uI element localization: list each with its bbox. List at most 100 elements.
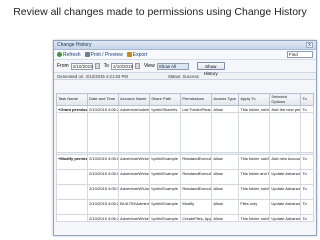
apply-cell: Files only — [238, 199, 271, 215]
from-date-input[interactable]: 2/10/2015 — [70, 62, 93, 70]
account-cell: AdventureW\User — [118, 184, 151, 200]
to-cell: To — [300, 154, 314, 170]
account-cell: AdventureW\rkele — [118, 154, 151, 170]
table-row[interactable]: +Modify permission 2/10/2015 4:05:03 Adv… — [55, 154, 314, 170]
share-cell: \\prhk\Share\Is — [149, 105, 182, 113]
options-cell: Update Advanced P — [269, 184, 302, 200]
toolbar: Refresh Print / Preview Export Find — [54, 50, 316, 60]
table-row[interactable]: 2/10/2015 4:06:29 AdventureW\rkele \\prh… — [55, 214, 314, 222]
show-history-button[interactable]: Show History — [196, 62, 225, 76]
from-calendar-icon[interactable] — [94, 63, 100, 69]
permissions-cell: CreateFiles, Appen — [180, 214, 213, 222]
table-row[interactable]: 2/10/2015 4:05:03 AdventureW\rkele \\prh… — [55, 169, 314, 185]
share-cell: \\prhk\Example — [149, 169, 182, 185]
options-cell: Update Advanced P — [269, 169, 302, 185]
slide-caption: Review all changes made to permissions u… — [13, 6, 307, 18]
date-cell: 2/10/2015 4:05:03 — [87, 169, 120, 185]
options-cell: Add new Accounts — [269, 154, 302, 170]
permissions-cell: List Folder/Read D — [180, 105, 213, 113]
table-header-row: Task Name Date and Time Account Name Sha… — [55, 93, 314, 106]
close-icon[interactable]: x — [306, 42, 313, 48]
find-input[interactable]: Find — [287, 51, 313, 58]
column-header[interactable]: Account Name — [118, 93, 151, 106]
column-header[interactable]: Share Path — [149, 93, 182, 106]
access-cell: Allow — [211, 184, 240, 200]
refresh-icon — [57, 52, 62, 57]
print-preview-button[interactable]: Print / Preview — [84, 51, 123, 58]
table-row[interactable]: +Grant permissions 2/10/2015 4:06:22 Adv… — [55, 105, 314, 113]
to-date-input[interactable]: 2/10/2015 — [110, 62, 133, 70]
export-icon — [126, 52, 132, 57]
date-cell: 2/10/2015 4:05:03 — [87, 154, 120, 170]
column-header[interactable]: To — [300, 93, 314, 106]
task-cell — [55, 169, 89, 185]
apply-cell: This folder, subfol — [238, 105, 271, 113]
from-label: From — [57, 63, 69, 69]
print-icon — [84, 52, 90, 57]
to-cell: To — [300, 169, 314, 185]
table-row[interactable]: 2/10/2015 4:06:29 BUILTIN\Administr \\pr… — [55, 199, 314, 215]
date-cell: 2/10/2015 4:06:29 — [87, 199, 120, 215]
account-cell: AdventureW\rkele — [118, 169, 151, 185]
task-cell — [55, 199, 89, 215]
permissions-cell: ReadandExecute — [180, 154, 213, 170]
task-cell — [55, 214, 89, 222]
access-cell: Allow — [211, 154, 240, 170]
date-cell: 2/10/2015 4:05:13 — [87, 184, 120, 200]
column-header[interactable]: Selected Options — [269, 93, 302, 106]
access-cell: Allow — [211, 214, 240, 222]
apply-cell: This folder and file — [238, 169, 271, 185]
task-cell: +Modify permission — [55, 154, 89, 170]
column-header[interactable]: Apply To — [238, 93, 271, 106]
generated-text: Generated on: 2/10/2015 4:21:53 PM — [57, 74, 128, 79]
export-label: Export — [132, 51, 148, 58]
refresh-label: Refresh — [63, 51, 81, 58]
print-preview-label: Print / Preview — [90, 51, 123, 58]
column-header[interactable]: Date and Time — [87, 93, 120, 106]
view-select[interactable]: Show All — [156, 62, 189, 70]
to-cell: To — [300, 184, 314, 200]
export-button[interactable]: Export — [126, 51, 148, 58]
share-cell: \\prhk\Example — [149, 199, 182, 215]
column-header[interactable]: Task Name — [55, 93, 89, 106]
to-cell: To — [300, 105, 314, 113]
account-cell: AdventureW\rkele — [118, 214, 151, 222]
access-cell: Allow — [211, 199, 240, 215]
date-cell: 2/10/2015 4:06:29 — [87, 214, 120, 222]
change-history-window: Change History x Refresh Print / Preview… — [53, 40, 317, 236]
account-cell: BUILTIN\Administr — [118, 199, 151, 215]
task-cell: +Grant permissions — [55, 105, 89, 113]
apply-cell: This folder, subfol — [238, 154, 271, 170]
to-cell: To — [300, 199, 314, 215]
options-cell: Update Advanced P — [269, 199, 302, 215]
window-title: Change History — [57, 42, 92, 48]
to-label: To — [103, 63, 109, 69]
history-table: Task Name Date and Time Account Name Sha… — [55, 93, 314, 222]
share-cell: \\prhk\Example — [149, 214, 182, 222]
to-cell: To — [300, 214, 314, 222]
permissions-cell: Modify — [180, 199, 213, 215]
filter-bar: From 2/10/2015 To 2/10/2015 View Show Al… — [54, 60, 316, 76]
access-cell: Allow — [211, 105, 240, 113]
window-titlebar: Change History x — [54, 41, 316, 50]
column-header[interactable]: Permissions — [180, 93, 213, 106]
task-cell — [55, 184, 89, 200]
refresh-button[interactable]: Refresh — [57, 52, 81, 58]
apply-cell: This folder, subfol — [238, 214, 271, 222]
account-cell: Adventure\adminsi — [118, 105, 151, 113]
options-cell: Add the new permi — [269, 105, 302, 113]
status-text: Status: Success — [167, 74, 199, 79]
view-label: View — [143, 63, 155, 69]
share-cell: \\prhk\Example — [149, 184, 182, 200]
to-calendar-icon[interactable] — [134, 63, 140, 69]
permissions-cell: ReadandExecute — [180, 184, 213, 200]
date-cell: 2/10/2015 4:06:22 — [87, 105, 120, 113]
table-row[interactable]: 2/10/2015 4:05:13 AdventureW\User \\prhk… — [55, 184, 314, 200]
generated-bar: Generated on: 2/10/2015 4:21:53 PM Statu… — [54, 73, 316, 80]
column-header[interactable]: Access Type — [211, 93, 240, 106]
access-cell: Allow — [211, 169, 240, 185]
share-cell: \\prhk\Example — [149, 154, 182, 170]
options-cell: Update Advanced P — [269, 214, 302, 222]
table-row-blank — [55, 112, 314, 153]
apply-cell: This folder, subfol — [238, 184, 271, 200]
